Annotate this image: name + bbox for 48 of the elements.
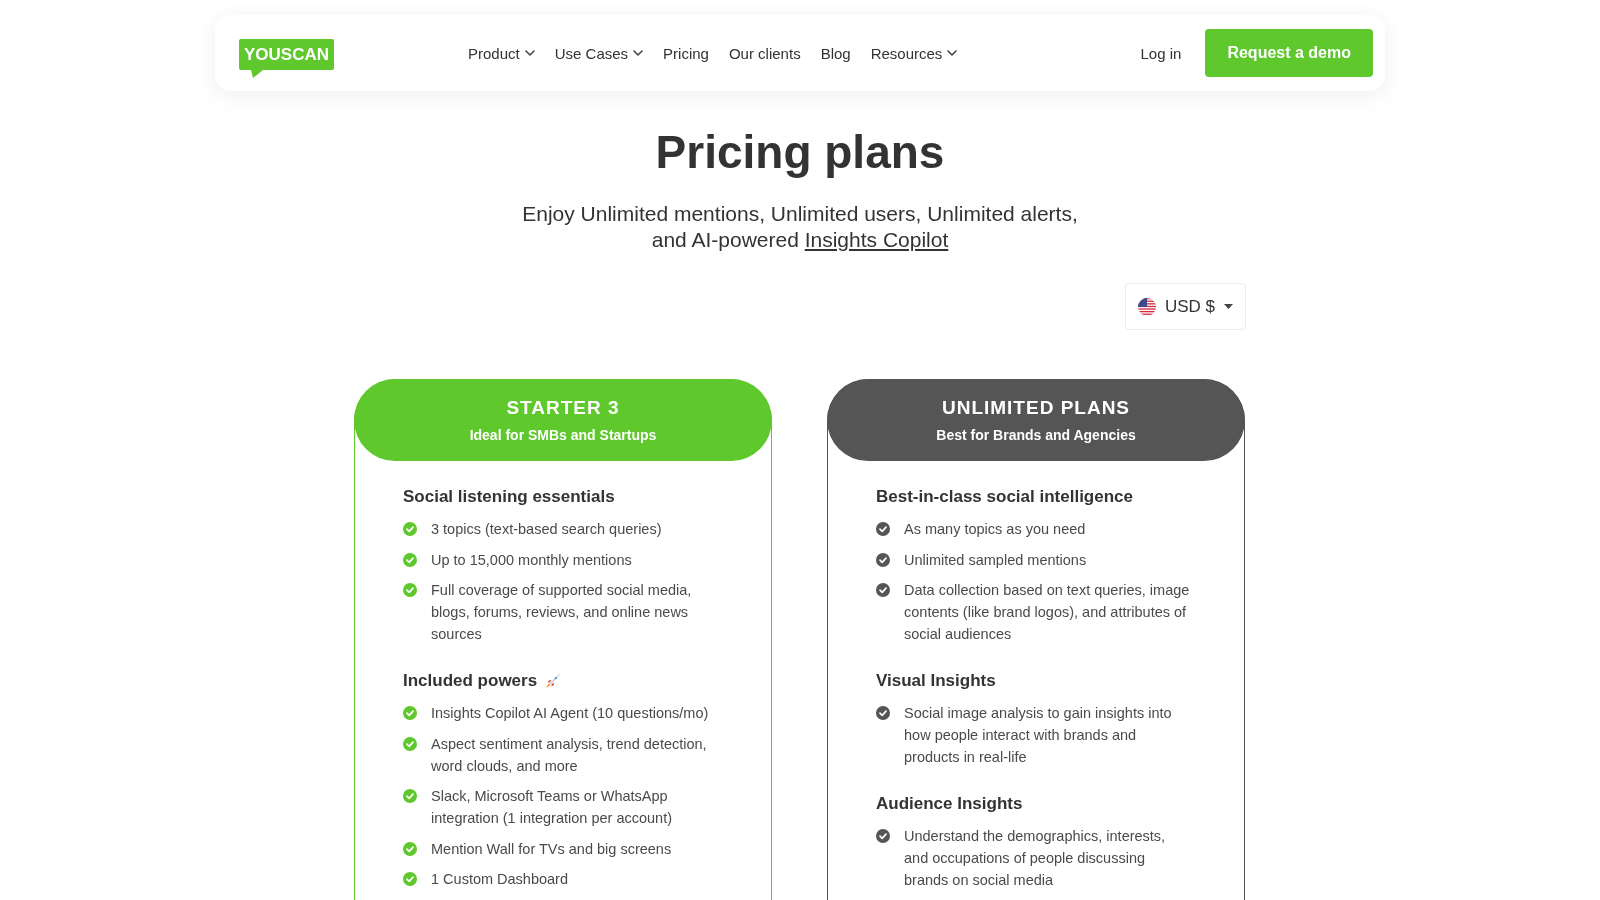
section-title: Social listening essentials bbox=[403, 486, 615, 508]
check-circle-icon bbox=[403, 789, 417, 803]
page-title: Pricing plans bbox=[655, 125, 945, 180]
nav-link[interactable]: Pricing bbox=[663, 44, 709, 62]
caret-down-icon bbox=[1224, 304, 1233, 309]
nav-link[interactable]: Our clients bbox=[728, 44, 801, 62]
feature-text: 1 Custom Dashboard bbox=[431, 870, 569, 889]
feature-text: Aspect sentiment analysis, trend detection, word clouds, and more bbox=[431, 734, 708, 776]
check-circle-icon bbox=[403, 736, 417, 751]
check-circle-icon bbox=[876, 552, 890, 567]
section-title: Included powers bbox=[403, 670, 538, 692]
login-link[interactable]: Log in bbox=[1140, 44, 1182, 62]
check-circle-icon bbox=[403, 583, 417, 597]
subtitle-link[interactable]: Insights Copilot bbox=[804, 228, 949, 251]
check-circle-icon bbox=[876, 522, 890, 536]
feature-text: Data collection based on text queries, image contents (like brand logos), and attributes of social audiences bbox=[904, 581, 1191, 644]
check-circle-icon bbox=[403, 706, 417, 720]
section-title: Audience Insights bbox=[876, 793, 1023, 815]
flag-icon bbox=[1137, 297, 1156, 316]
feature-text: Insights Copilot AI Agent (10 questions/mo) bbox=[431, 704, 710, 723]
feature-text: Mention Wall for TVs and big screens bbox=[431, 839, 673, 859]
section-title: Visual Insights bbox=[876, 670, 996, 692]
feature-text: Slack, Microsoft Teams or WhatsApp integration (1 integration per account) bbox=[431, 787, 673, 828]
feature-text: Unlimited sampled mentions bbox=[904, 550, 1088, 570]
nav-link[interactable]: Product bbox=[468, 44, 535, 62]
check-circle-icon bbox=[403, 872, 417, 886]
feature-text: Understand the demographics, interests, and occupations of people discussing brands on social media bbox=[904, 827, 1167, 890]
section-title: Best-in-class social intelligence bbox=[876, 486, 1133, 508]
check-circle-icon bbox=[403, 552, 417, 567]
check-circle-icon bbox=[876, 583, 890, 597]
feature-text: 3 topics (text-based search queries) bbox=[431, 520, 663, 539]
feature-text: Up to 15,000 monthly mentions bbox=[431, 550, 633, 570]
plan-tagline: Best for Brands and Agencies bbox=[936, 427, 1136, 443]
nav-link[interactable]: Blog bbox=[820, 44, 851, 62]
page-subtitle: Enjoy Unlimited mentions, Unlimited users, Unlimited alerts, and AI-powered Insights Copilot bbox=[521, 201, 1079, 253]
check-circle-icon bbox=[876, 829, 890, 843]
feature-text: Social image analysis to gain insights into how people interact with brands and products in real-life bbox=[904, 704, 1173, 767]
plan-name: UNLIMITED PLANS bbox=[941, 397, 1131, 419]
nav-link[interactable]: Use Cases bbox=[554, 44, 644, 62]
plan-tagline: Ideal for SMBs and Startups bbox=[469, 427, 657, 443]
check-circle-icon bbox=[403, 841, 417, 856]
nav-link[interactable]: Resources bbox=[870, 44, 958, 62]
feature-text: As many topics as you need bbox=[904, 520, 1087, 539]
check-circle-icon bbox=[403, 522, 417, 536]
currency-select[interactable]: USD $ bbox=[1124, 283, 1246, 330]
plan-name: STARTER 3 bbox=[506, 397, 620, 419]
check-circle-icon bbox=[876, 706, 890, 720]
feature-text: Full coverage of supported social media, blogs, forums, reviews, and online news sources bbox=[431, 581, 693, 644]
